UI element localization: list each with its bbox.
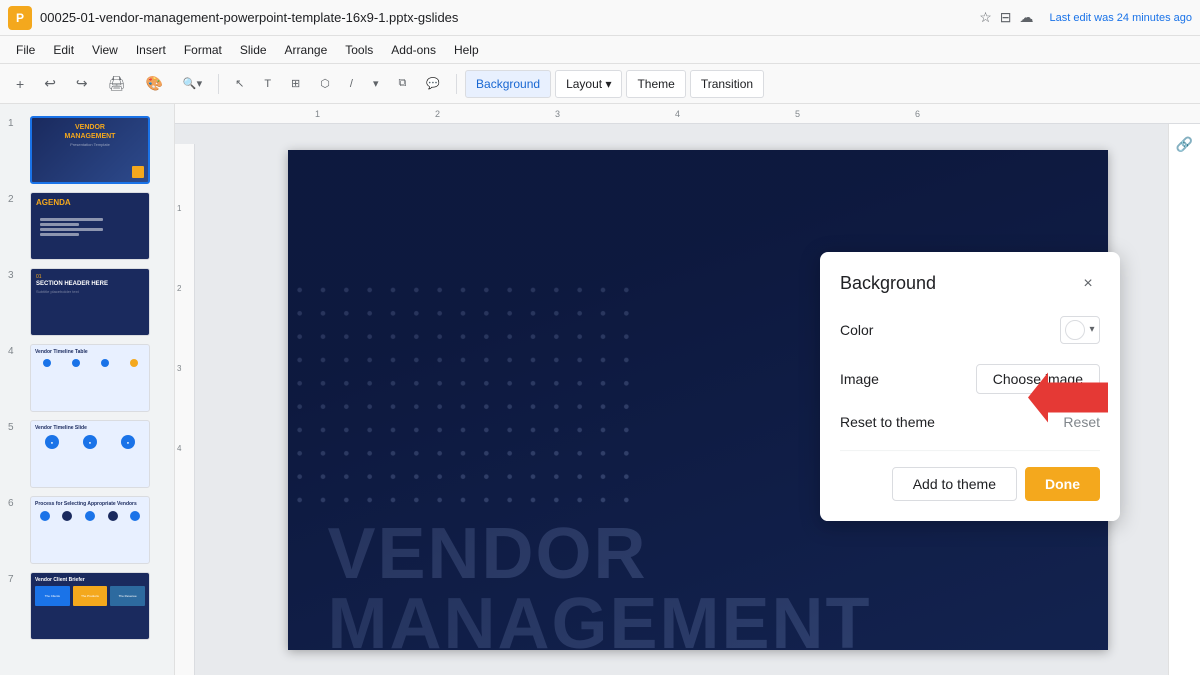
zoom-button[interactable]: 🔍▾ [175, 70, 210, 98]
color-swatch [1065, 320, 1085, 340]
canvas-area: 1 2 3 4 5 6 1 2 3 4 [175, 104, 1200, 675]
separator-2 [456, 74, 457, 94]
slide-item-3[interactable]: 3 01 SECTION HEADER HERE Subtitle placeh… [0, 264, 174, 340]
done-button[interactable]: Done [1025, 467, 1100, 501]
ruler-mark-3: 3 [555, 109, 560, 119]
image-label: Image [840, 371, 879, 387]
app-icon: P [8, 6, 32, 30]
ruler-mark-2: 2 [435, 109, 440, 119]
slides-panel: 1 VENDOR MANAGEMENT Presentation Templat… [0, 104, 175, 675]
comment-button[interactable]: 💬 [418, 70, 448, 98]
slide-thumb-5[interactable]: Vendor Timeline Slide ● ● ● [30, 420, 150, 488]
ruler-vert-3: 3 [177, 364, 181, 373]
transition-button[interactable]: Transition [690, 70, 764, 98]
menu-arrange[interactable]: Arrange [277, 39, 336, 61]
ruler-mark-6: 6 [915, 109, 920, 119]
textbox-button[interactable]: T [256, 70, 279, 98]
ruler-mark-4: 4 [675, 109, 680, 119]
reset-to-theme-label: Reset to theme [840, 414, 935, 430]
slide-canvas: 1 2 3 4 VENDOR [175, 124, 1200, 675]
slide-item-5[interactable]: 5 Vendor Timeline Slide ● ● ● [0, 416, 174, 492]
menu-edit[interactable]: Edit [45, 39, 82, 61]
slide-number-1: 1 [8, 118, 24, 129]
slide-number-6: 6 [8, 498, 24, 509]
cursor-button[interactable]: ↖ [227, 70, 252, 98]
dialog-close-button[interactable]: × [1076, 272, 1100, 296]
more-button[interactable]: ▾ [365, 70, 387, 98]
menu-slide[interactable]: Slide [232, 39, 275, 61]
menu-insert[interactable]: Insert [128, 39, 174, 61]
image-button[interactable]: ⊞ [283, 70, 308, 98]
line-button[interactable]: / [342, 70, 361, 98]
slide-item-7[interactable]: 7 Vendor Client Briefer The Clients The … [0, 568, 174, 644]
slide-item-2[interactable]: 2 AGENDA [0, 188, 174, 264]
add-to-theme-button[interactable]: Add to theme [892, 467, 1017, 501]
ruler-mark-1: 1 [315, 109, 320, 119]
dialog-header: Background × [840, 272, 1100, 296]
dialog-title: Background [840, 273, 936, 294]
menu-addons[interactable]: Add-ons [383, 39, 444, 61]
red-arrow-icon [1028, 372, 1108, 422]
menu-format[interactable]: Format [176, 39, 230, 61]
ruler-vert-1: 1 [177, 204, 181, 213]
paint-format-button[interactable]: 🎨 [137, 70, 170, 98]
slide-number-3: 3 [8, 270, 24, 281]
main-content: 1 VENDOR MANAGEMENT Presentation Templat… [0, 104, 1200, 675]
slide-thumb-6[interactable]: Process for Selecting Appropriate Vendor… [30, 496, 150, 564]
slide-number-5: 5 [8, 422, 24, 433]
color-label: Color [840, 322, 873, 338]
menu-view[interactable]: View [84, 39, 126, 61]
side-link-icon[interactable]: 🔗 [1176, 136, 1193, 153]
slide-thumb-7[interactable]: Vendor Client Briefer The Clients The Pr… [30, 572, 150, 640]
slide-thumb-2[interactable]: AGENDA [30, 192, 150, 260]
undo-button[interactable]: ↩ [36, 70, 64, 98]
title-bar: P 00025-01-vendor-management-powerpoint-… [0, 0, 1200, 36]
menu-help[interactable]: Help [446, 39, 487, 61]
ruler-top: 1 2 3 4 5 6 [175, 104, 1200, 124]
slide-thumb-3[interactable]: 01 SECTION HEADER HERE Subtitle placehol… [30, 268, 150, 336]
dialog-color-row: Color ▾ [840, 316, 1100, 344]
link-button[interactable]: ⧉ [390, 70, 414, 98]
ruler-vert-4: 4 [177, 444, 181, 453]
slide-item-1[interactable]: 1 VENDOR MANAGEMENT Presentation Templat… [0, 112, 174, 188]
color-dropdown-icon: ▾ [1089, 324, 1094, 335]
slide-number-7: 7 [8, 574, 24, 585]
color-picker-button[interactable]: ▾ [1060, 316, 1100, 344]
toolbar: + ↩ ↪ 🖨 🎨 🔍▾ ↖ T ⊞ ⬡ / ▾ ⧉ 💬 Background … [0, 64, 1200, 104]
slide-item-6[interactable]: 6 Process for Selecting Appropriate Vend… [0, 492, 174, 568]
slide-item-4[interactable]: 4 Vendor Timeline Table [0, 340, 174, 416]
menu-file[interactable]: File [8, 39, 43, 61]
ruler-mark-5: 5 [795, 109, 800, 119]
redo-button[interactable]: ↪ [68, 70, 96, 98]
red-arrow-container [1028, 372, 1108, 427]
cloud-icon[interactable]: ☁ [1020, 9, 1034, 26]
slides-icon[interactable]: ⊟ [1000, 9, 1012, 26]
ruler-left: 1 2 3 4 [175, 144, 195, 675]
filename: 00025-01-vendor-management-powerpoint-te… [40, 10, 971, 25]
theme-button[interactable]: Theme [626, 70, 685, 98]
slide-number-2: 2 [8, 194, 24, 205]
shape-button[interactable]: ⬡ [312, 70, 338, 98]
slide-thumb-1[interactable]: VENDOR MANAGEMENT Presentation Template [30, 116, 150, 184]
separator-1 [218, 74, 219, 94]
print-button[interactable]: 🖨 [100, 70, 134, 98]
side-icon-panel: 🔗 [1168, 124, 1200, 675]
layout-button[interactable]: Layout ▾ [555, 70, 622, 98]
ruler-vert-2: 2 [177, 284, 181, 293]
add-button[interactable]: + [8, 70, 32, 98]
background-button[interactable]: Background [465, 70, 551, 98]
edit-status[interactable]: Last edit was 24 minutes ago [1050, 12, 1192, 24]
slide-thumb-4[interactable]: Vendor Timeline Table [30, 344, 150, 412]
slide-number-4: 4 [8, 346, 24, 357]
menu-tools[interactable]: Tools [337, 39, 381, 61]
star-icon[interactable]: ☆ [979, 9, 992, 26]
menu-bar: File Edit View Insert Format Slide Arran… [0, 36, 1200, 64]
dialog-footer: Add to theme Done [840, 450, 1100, 501]
